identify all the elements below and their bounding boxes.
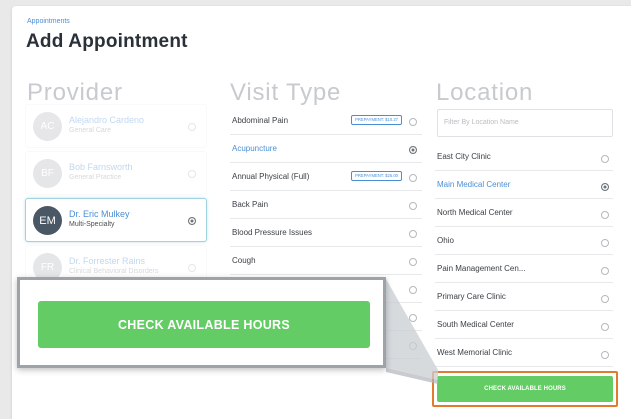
visit-type-item[interactable]: Blood Pressure Issues bbox=[230, 219, 422, 247]
radio-button[interactable] bbox=[601, 211, 609, 219]
check-available-hours-button-zoomed[interactable]: CHECK AVAILABLE HOURS bbox=[38, 301, 370, 348]
radio-button[interactable] bbox=[601, 155, 609, 163]
radio-button[interactable] bbox=[409, 202, 417, 210]
visit-type-label: Acupuncture bbox=[232, 144, 277, 153]
visit-type-label: Back Pain bbox=[232, 200, 269, 209]
radio-button[interactable] bbox=[601, 323, 609, 331]
location-item[interactable]: Ohio bbox=[435, 227, 613, 255]
radio-button[interactable] bbox=[188, 264, 196, 272]
provider-name: Alejandro Cardeno bbox=[69, 115, 145, 125]
visit-type-heading: Visit Type bbox=[230, 79, 342, 106]
location-heading: Location bbox=[436, 79, 534, 106]
provider-name: Dr. Eric Mulkey bbox=[69, 209, 130, 219]
radio-button-checked[interactable] bbox=[409, 146, 417, 154]
avatar: EM bbox=[33, 206, 62, 235]
location-label: Ohio bbox=[437, 236, 454, 245]
avatar: AC bbox=[33, 112, 62, 141]
radio-button[interactable] bbox=[409, 342, 417, 350]
radio-button[interactable] bbox=[409, 174, 417, 182]
provider-name: Dr. Forrester Rains bbox=[69, 256, 146, 266]
provider-card[interactable]: BF Bob Farnsworth General Practice bbox=[25, 151, 207, 195]
location-label: Primary Care Clinic bbox=[437, 292, 506, 301]
location-label: East City Clinic bbox=[437, 152, 491, 161]
provider-specialty: General Care bbox=[69, 127, 112, 134]
zoom-callout: CHECK AVAILABLE HOURS bbox=[17, 277, 386, 368]
prepayment-badge: PREPAYMENT: $25.00 bbox=[351, 171, 402, 181]
radio-button[interactable] bbox=[409, 286, 417, 294]
location-item-selected[interactable]: Main Medical Center bbox=[435, 171, 613, 199]
radio-button[interactable] bbox=[409, 314, 417, 322]
radio-button[interactable] bbox=[409, 118, 417, 126]
location-label: Pain Management Cen... bbox=[437, 264, 526, 273]
check-available-hours-button[interactable]: CHECK AVAILABLE HOURS bbox=[437, 376, 613, 402]
check-hours-highlight: CHECK AVAILABLE HOURS bbox=[432, 371, 618, 407]
provider-name: Bob Farnsworth bbox=[69, 162, 133, 172]
provider-heading: Provider bbox=[27, 79, 123, 106]
page-title: Add Appointment bbox=[26, 31, 188, 52]
radio-button[interactable] bbox=[601, 239, 609, 247]
location-item[interactable]: South Medical Center bbox=[435, 311, 613, 339]
location-item[interactable]: Primary Care Clinic bbox=[435, 283, 613, 311]
visit-type-label: Annual Physical (Full) bbox=[232, 172, 310, 181]
provider-card-selected[interactable]: EM Dr. Eric Mulkey Multi-Specialty bbox=[25, 198, 207, 242]
radio-button[interactable] bbox=[601, 267, 609, 275]
radio-button[interactable] bbox=[409, 230, 417, 238]
location-label: South Medical Center bbox=[437, 320, 514, 329]
visit-type-label: Abdominal Pain bbox=[232, 116, 289, 125]
radio-button[interactable] bbox=[188, 123, 196, 131]
radio-button[interactable] bbox=[188, 170, 196, 178]
visit-type-item[interactable]: Abdominal Pain PREPAYMENT: $10.27 bbox=[230, 107, 422, 135]
provider-specialty: Multi-Specialty bbox=[69, 221, 115, 228]
location-filter-input[interactable]: Filter By Location Name bbox=[437, 109, 613, 137]
prepayment-badge: PREPAYMENT: $10.27 bbox=[351, 115, 402, 125]
location-label: West Memorial Clinic bbox=[437, 348, 512, 357]
visit-type-item[interactable]: Annual Physical (Full) PREPAYMENT: $25.0… bbox=[230, 163, 422, 191]
location-label: North Medical Center bbox=[437, 208, 513, 217]
avatar: BF bbox=[33, 159, 62, 188]
radio-button[interactable] bbox=[601, 295, 609, 303]
location-label: Main Medical Center bbox=[437, 180, 511, 189]
visit-type-item[interactable]: Back Pain bbox=[230, 191, 422, 219]
visit-type-label: Cough bbox=[232, 256, 256, 265]
radio-button-checked[interactable] bbox=[188, 217, 196, 225]
location-item[interactable]: West Memorial Clinic bbox=[435, 339, 613, 367]
visit-type-item-selected[interactable]: Acupuncture bbox=[230, 135, 422, 163]
visit-type-label: Blood Pressure Issues bbox=[232, 228, 313, 237]
radio-button-checked[interactable] bbox=[601, 183, 609, 191]
provider-specialty: Clinical Behavioral Disorders bbox=[69, 268, 159, 275]
breadcrumb[interactable]: Appointments bbox=[27, 18, 70, 25]
location-item[interactable]: Pain Management Cen... bbox=[435, 255, 613, 283]
visit-type-item[interactable]: Cough bbox=[230, 247, 422, 275]
provider-card[interactable]: AC Alejandro Cardeno General Care bbox=[25, 104, 207, 148]
radio-button[interactable] bbox=[601, 351, 609, 359]
location-item[interactable]: North Medical Center bbox=[435, 199, 613, 227]
radio-button[interactable] bbox=[409, 258, 417, 266]
provider-specialty: General Practice bbox=[69, 174, 122, 181]
location-item[interactable]: East City Clinic bbox=[435, 143, 613, 171]
